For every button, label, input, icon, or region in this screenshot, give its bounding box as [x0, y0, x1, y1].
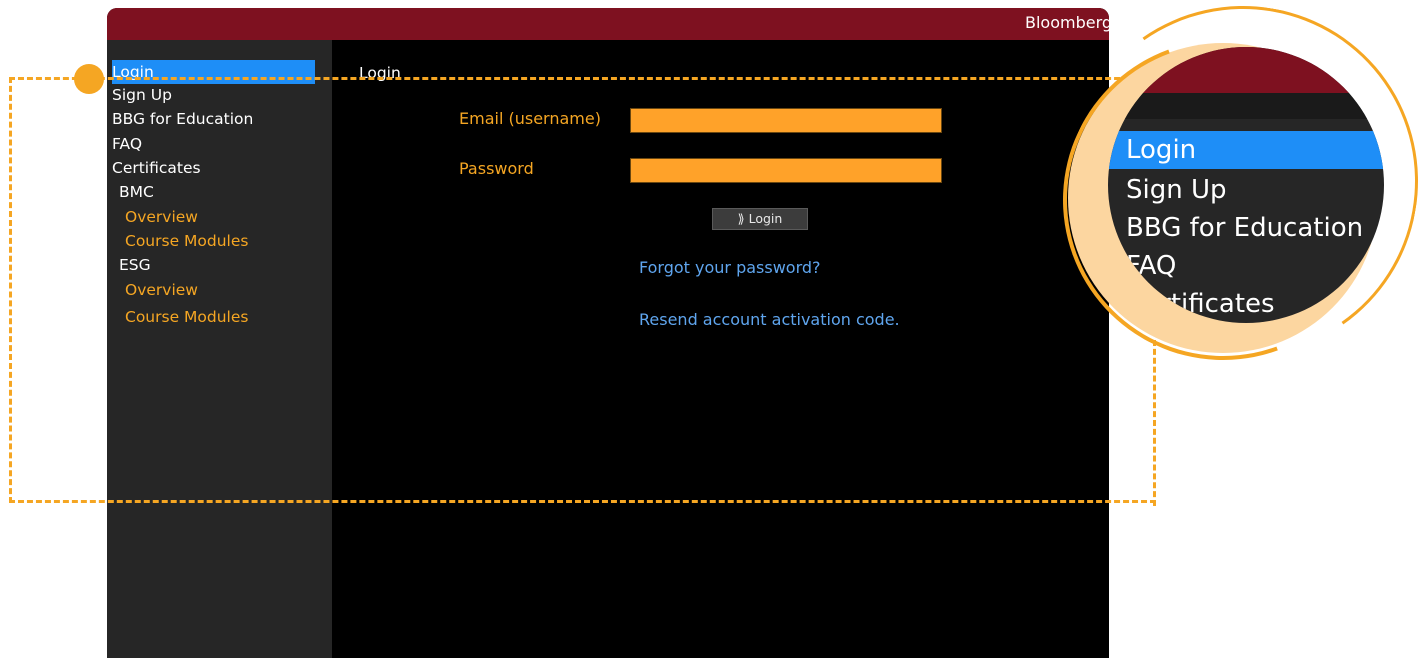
sidebar-item-bmc-course-modules[interactable]: Course Modules	[125, 229, 248, 253]
page-title: Login	[359, 64, 401, 82]
login-button[interactable]: ⟫ Login	[712, 208, 808, 230]
sidebar-item-bmc-overview[interactable]: Overview	[125, 205, 198, 229]
sidebar: Login Sign Up BBG for Education FAQ Cert…	[107, 40, 332, 658]
sidebar-item-bbg-for-education[interactable]: BBG for Education	[112, 107, 253, 131]
resend-activation-link[interactable]: Resend account activation code.	[639, 310, 900, 329]
sidebar-item-esg[interactable]: ESG	[119, 253, 151, 277]
app-window: Bloomberg Login Sign Up BBG for Educatio…	[107, 8, 1109, 658]
sidebar-item-esg-overview[interactable]: Overview	[125, 278, 198, 302]
sidebar-item-sign-up[interactable]: Sign Up	[112, 83, 172, 107]
magnifier-item-faq: FAQ	[1126, 251, 1177, 281]
magnifier-view: Login Sign Up BBG for Education FAQ Cert…	[1108, 47, 1384, 323]
login-panel: Login Email (username) Password ⟫ Login …	[332, 40, 1109, 658]
magnifier-title-bar	[1108, 47, 1384, 93]
sidebar-item-esg-course-modules[interactable]: Course Modules	[125, 305, 248, 329]
forgot-password-link[interactable]: Forgot your password?	[639, 258, 821, 277]
sidebar-item-faq[interactable]: FAQ	[112, 132, 142, 156]
email-field[interactable]	[630, 108, 942, 133]
password-label: Password	[459, 159, 534, 178]
sidebar-item-bmc[interactable]: BMC	[119, 180, 154, 204]
magnifier-item-bbg-for-education: BBG for Education	[1126, 213, 1364, 243]
title-bar: Bloomberg	[107, 8, 1109, 40]
email-label: Email (username)	[459, 109, 601, 128]
callout-dot-icon	[74, 64, 104, 94]
magnifier-item-login: Login	[1108, 131, 1384, 169]
callout-dashed-connector-right	[1153, 340, 1156, 506]
magnifier-item-certificates: Certificates	[1126, 289, 1275, 319]
sidebar-item-certificates[interactable]: Certificates	[112, 156, 201, 180]
magnifier-item-sign-up: Sign Up	[1126, 175, 1227, 205]
sidebar-item-login[interactable]: Login	[112, 60, 315, 84]
password-field[interactable]	[630, 158, 942, 183]
brand-label: Bloomberg	[1025, 13, 1109, 32]
magnifier-dark-strip	[1108, 93, 1384, 119]
